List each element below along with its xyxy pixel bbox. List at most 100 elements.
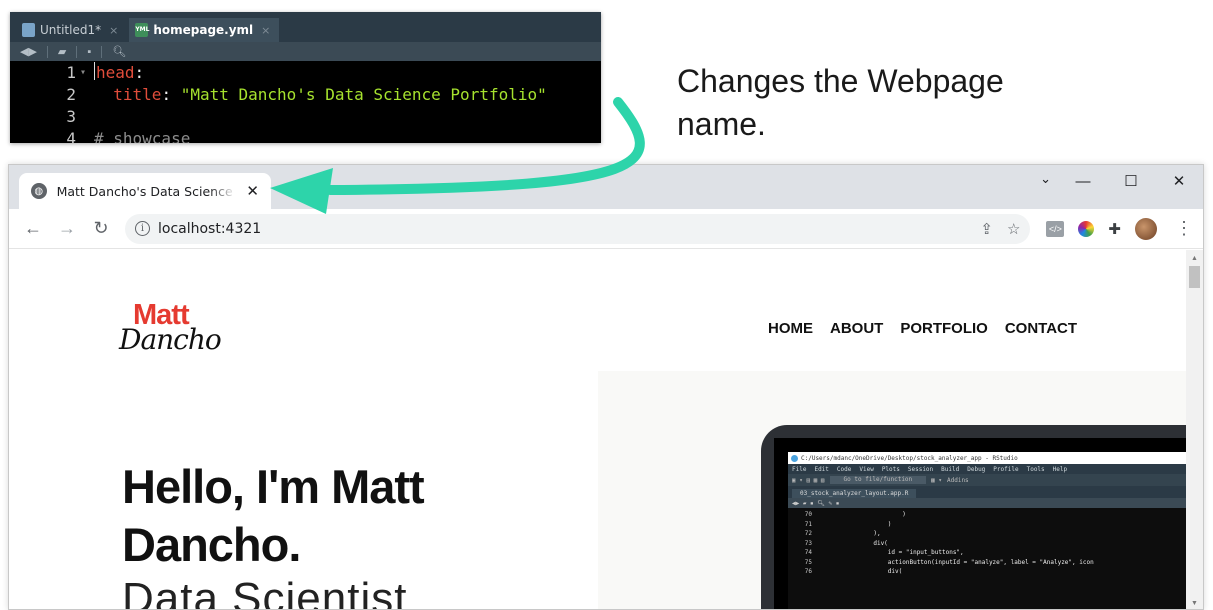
color-wheel-extension-icon[interactable] <box>1078 220 1095 237</box>
tab-close-icon[interactable]: × <box>261 24 270 37</box>
close-tab-icon[interactable]: ✕ <box>246 182 259 200</box>
rstudio-editor-icons: ◀▶ ▰ ▪ 🔍︎ ✎ ▪ <box>792 499 840 507</box>
page-scrollbar[interactable]: ▲ ▼ <box>1186 250 1203 609</box>
rstudio-tool-icons: ▣ ▾ ▤ ▦ ▧ <box>792 476 825 484</box>
globe-icon: ◍ <box>31 183 47 199</box>
more-menu-icon[interactable]: ⋮ <box>1175 218 1193 239</box>
editor-tab-homepage-yml[interactable]: YML homepage.yml × <box>129 18 280 42</box>
tab-close-icon[interactable]: × <box>109 24 118 37</box>
nav-contact[interactable]: CONTACT <box>1005 320 1077 337</box>
browser-toolbar: ← → ↻ i localhost:4321 ⇪ ☆ </> ✚ ⋮ <box>9 209 1203 249</box>
rstudio-title: C:/Users/mdanc/OneDrive/Desktop/stock_an… <box>801 454 1018 462</box>
rstudio-line-number: 70 <box>804 511 812 518</box>
rstudio-menu: File Edit Code View Plots Session Build … <box>788 464 1187 474</box>
rstudio-line-number: 72 <box>804 530 812 537</box>
rstudio-screenshot: C:/Users/mdanc/OneDrive/Desktop/stock_an… <box>788 452 1187 609</box>
back-arrow-icon[interactable]: ← <box>19 215 47 243</box>
laptop-screen: C:/Users/mdanc/OneDrive/Desktop/stock_an… <box>774 438 1187 609</box>
omnibox-actions: ⇪ ☆ <box>980 220 1020 238</box>
rstudio-code: 70 ) 71 ) 72 ), 73 div( 74 id = "input_b… <box>788 508 1187 577</box>
fold-gutter <box>80 84 94 106</box>
rstudio-code-line: 73 div( <box>788 539 1187 549</box>
bookmark-star-icon[interactable]: ☆ <box>1007 220 1020 238</box>
window-controls: — ☐ ✕ <box>1059 165 1203 197</box>
rstudio-grid-icon: ▦ ▾ <box>931 476 942 484</box>
rstudio-line-code: ), <box>830 530 881 537</box>
rstudio-line-code: div( <box>830 539 888 547</box>
rstudio-menu-item: Tools <box>1026 465 1045 473</box>
extensions-puzzle-icon[interactable]: ✚ <box>1108 220 1121 238</box>
rstudio-line-number: 74 <box>804 549 812 556</box>
rstudio-line-number: 76 <box>804 568 812 575</box>
code-editor-snippet: Untitled1* × YML homepage.yml × ◀▶ ▰ ▪ 🔍… <box>10 12 601 143</box>
extensions-area: </> ✚ ⋮ <box>1046 217 1193 240</box>
show-in-window-icon[interactable]: ▰ <box>58 45 66 58</box>
url-text[interactable]: localhost:4321 <box>158 221 261 237</box>
rstudio-code-line: 70 ) <box>788 510 1187 520</box>
rstudio-line-number: 75 <box>804 558 812 566</box>
rstudio-menu-item: Help <box>1052 465 1068 473</box>
line-number: 2 <box>66 85 76 104</box>
laptop-image: C:/Users/mdanc/OneDrive/Desktop/stock_an… <box>761 425 1187 609</box>
rstudio-icon <box>791 454 798 462</box>
browser-tab-active[interactable]: ◍ Matt Dancho's Data Science Portfolio ✕ <box>19 173 271 209</box>
share-icon[interactable]: ⇪ <box>980 220 993 238</box>
editor-tab-label: homepage.yml <box>153 23 254 37</box>
code-area[interactable]: 1 ▾ head: 2 title: "Matt Dancho's Data Sci… <box>10 61 601 143</box>
reload-icon[interactable]: ↻ <box>87 215 115 243</box>
rstudio-addins: Addins <box>947 476 969 484</box>
nav-portfolio[interactable]: PORTFOLIO <box>900 320 988 337</box>
logo-text-dancho: Dancho <box>119 323 222 356</box>
code-extension-icon[interactable]: </> <box>1046 220 1065 237</box>
rstudio-code-line: 75 actionButton(inputId = "analyze", lab… <box>788 558 1187 568</box>
maximize-icon[interactable]: ☐ <box>1107 165 1155 197</box>
editor-tab-untitled[interactable]: Untitled1* × <box>16 18 127 42</box>
line-number: 3 <box>66 107 76 126</box>
info-icon[interactable]: i <box>135 221 150 236</box>
rstudio-menu-item: Session <box>907 465 934 473</box>
yaml-comment: # showcase <box>94 129 191 143</box>
scroll-thumb[interactable] <box>1189 266 1200 288</box>
scroll-up-icon[interactable]: ▲ <box>1186 250 1203 266</box>
rstudio-file-tab: 03_stock_analyzer_layout.app.R <box>792 489 917 498</box>
code-line: 1 ▾ head: <box>10 62 601 84</box>
rstudio-menu-item: Plots <box>881 465 900 473</box>
yaml-colon: : <box>161 85 181 104</box>
save-icon[interactable]: ▪ <box>87 46 91 58</box>
back-forward-icon[interactable]: ◀▶ <box>20 45 37 58</box>
address-bar[interactable]: i localhost:4321 ⇪ ☆ <box>125 213 1031 244</box>
editor-tab-label: Untitled1* <box>40 23 102 37</box>
rstudio-code-line: 72 ), <box>788 529 1187 539</box>
rstudio-editor-toolbar: ◀▶ ▰ ▪ 🔍︎ ✎ ▪ <box>788 498 1187 508</box>
line-number: 4 <box>66 129 76 143</box>
rstudio-line-number: 73 <box>804 539 812 547</box>
code-line: 3 <box>10 106 601 128</box>
scroll-down-icon[interactable]: ▼ <box>1186 595 1203 609</box>
new-tab-button[interactable]: + <box>281 179 292 200</box>
minimize-icon[interactable]: — <box>1059 165 1107 197</box>
browser-titlebar: ◍ Matt Dancho's Data Science Portfolio ✕… <box>9 165 1203 209</box>
toolbar-divider <box>76 45 78 58</box>
profile-avatar[interactable] <box>1135 217 1157 240</box>
nav-about[interactable]: ABOUT <box>830 320 883 337</box>
rstudio-menu-item: File <box>792 465 807 473</box>
rstudio-toolbar: ▣ ▾ ▤ ▦ ▧ Go to file/function ▦ ▾ Addins <box>788 474 1187 486</box>
close-window-icon[interactable]: ✕ <box>1155 165 1203 197</box>
yaml-key: head <box>96 63 135 82</box>
rstudio-tabbar: 03_stock_analyzer_layout.app.R <box>788 486 1187 498</box>
fold-gutter <box>80 128 94 143</box>
rstudio-code-line: 76 div( <box>788 567 1187 577</box>
nav-home[interactable]: HOME <box>768 320 813 337</box>
rstudio-code-line: 71 ) <box>788 520 1187 530</box>
yml-file-icon: YML <box>135 23 149 37</box>
hero-heading: Hello, I'm Matt Dancho. <box>122 460 425 571</box>
forward-arrow-icon[interactable]: → <box>53 215 81 243</box>
fold-icon[interactable]: ▾ <box>80 62 94 84</box>
site-logo[interactable]: Matt Dancho <box>117 299 237 359</box>
annotation-text: Changes the Webpage name. <box>677 63 1004 142</box>
rstudio-goto-field: Go to file/function <box>829 476 927 484</box>
search-icon[interactable]: 🔍︎ <box>112 45 126 58</box>
rstudio-menu-item: Debug <box>967 465 986 473</box>
tab-search-icon[interactable]: ⌄ <box>1040 171 1051 187</box>
